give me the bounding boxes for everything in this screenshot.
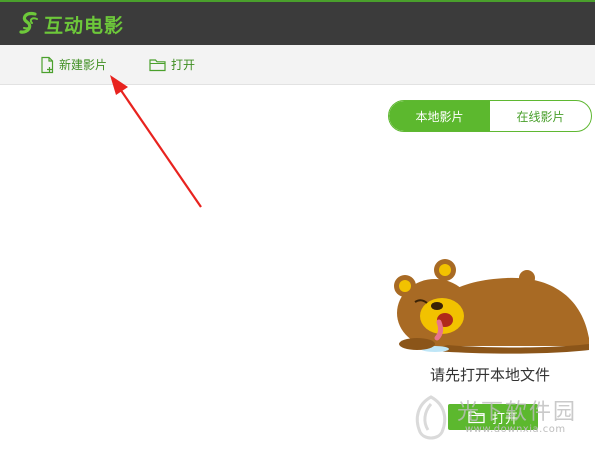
tab-online-movies[interactable]: 在线影片: [490, 101, 591, 131]
app-title: 互动电影: [44, 15, 125, 37]
watermark-logo-icon: [415, 395, 447, 440]
new-movie-button[interactable]: 新建影片: [39, 45, 107, 84]
watermark-url: www.downxia.com: [465, 424, 566, 435]
title-bar: 互动电影: [0, 0, 595, 45]
movie-source-tabs: 本地影片 在线影片: [388, 100, 592, 132]
watermark-text: 光下软件园: [457, 400, 578, 425]
tab-local-movies[interactable]: 本地影片: [389, 101, 490, 131]
app-logo-icon: [19, 12, 38, 34]
sleeping-bear-illustration: [394, 259, 589, 354]
annotation-arrow: [110, 75, 202, 208]
empty-state-message: 请先打开本地文件: [429, 366, 550, 384]
toolbar: 新建影片 打开: [0, 45, 595, 85]
new-file-icon: [41, 56, 54, 73]
